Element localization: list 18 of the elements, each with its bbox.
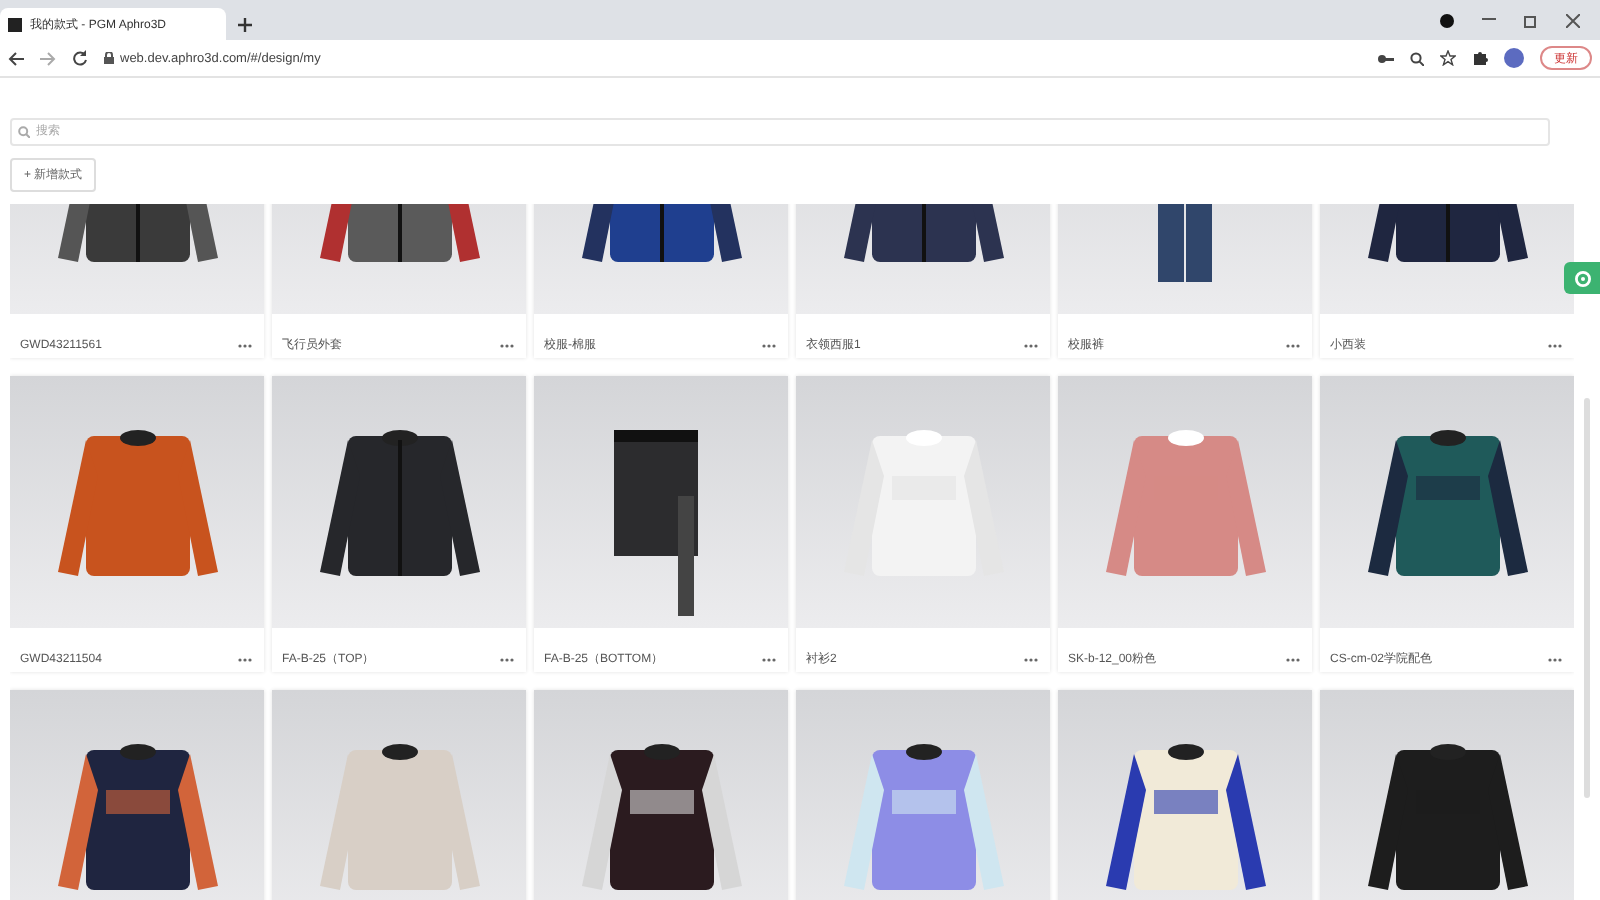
settings-button[interactable] (1564, 262, 1600, 294)
back-icon[interactable] (8, 51, 24, 65)
key-icon[interactable] (1378, 53, 1394, 63)
app-icon (8, 17, 22, 31)
scrollbar-thumb[interactable] (1584, 398, 1590, 798)
restore-icon[interactable] (1524, 13, 1538, 27)
settings-icon (1573, 269, 1591, 287)
minimize-icon[interactable] (1482, 18, 1496, 22)
new-tab-icon[interactable] (238, 18, 252, 32)
profile-avatar[interactable] (1504, 48, 1524, 68)
search-icon (18, 126, 30, 138)
record-icon[interactable] (1440, 13, 1454, 27)
lock-icon (104, 52, 114, 64)
star-icon[interactable] (1440, 50, 1456, 66)
puzzle-icon[interactable] (1472, 50, 1488, 66)
reload-icon[interactable] (72, 50, 88, 66)
close-icon[interactable] (1566, 13, 1580, 27)
zoom-icon[interactable] (1410, 51, 1424, 65)
